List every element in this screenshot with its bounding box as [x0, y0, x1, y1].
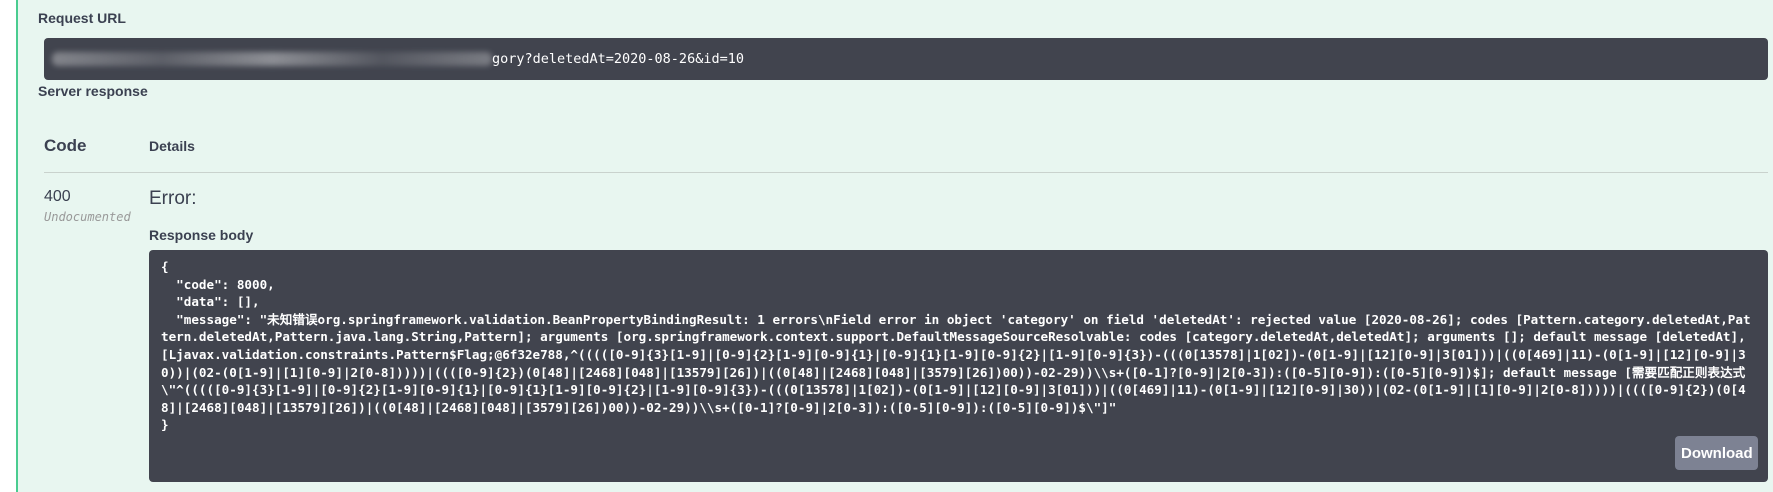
request-url-label: Request URL [38, 10, 126, 26]
col-header-details: Details [149, 138, 195, 154]
request-url-text: gory?deletedAt=2020-08-26&id=10 [492, 51, 744, 67]
response-panel: Request URL gory?deletedAt=2020-08-26&id… [16, 0, 1773, 492]
header-divider [44, 172, 1768, 173]
error-label: Error: [149, 188, 197, 209]
status-code: 400 [44, 188, 71, 205]
status-note: Undocumented [44, 210, 131, 224]
response-body-label: Response body [149, 227, 254, 243]
response-body-box[interactable]: { "code": 8000, "data": [], "message": "… [149, 250, 1768, 482]
download-button[interactable]: Download [1675, 436, 1758, 470]
col-header-code: Code [44, 136, 87, 155]
response-body-text: { "code": 8000, "data": [], "message": "… [161, 259, 1751, 433]
request-url-box[interactable]: gory?deletedAt=2020-08-26&id=10 [44, 38, 1768, 80]
server-response-label: Server response [38, 83, 148, 99]
redacted-url-part [52, 52, 492, 66]
